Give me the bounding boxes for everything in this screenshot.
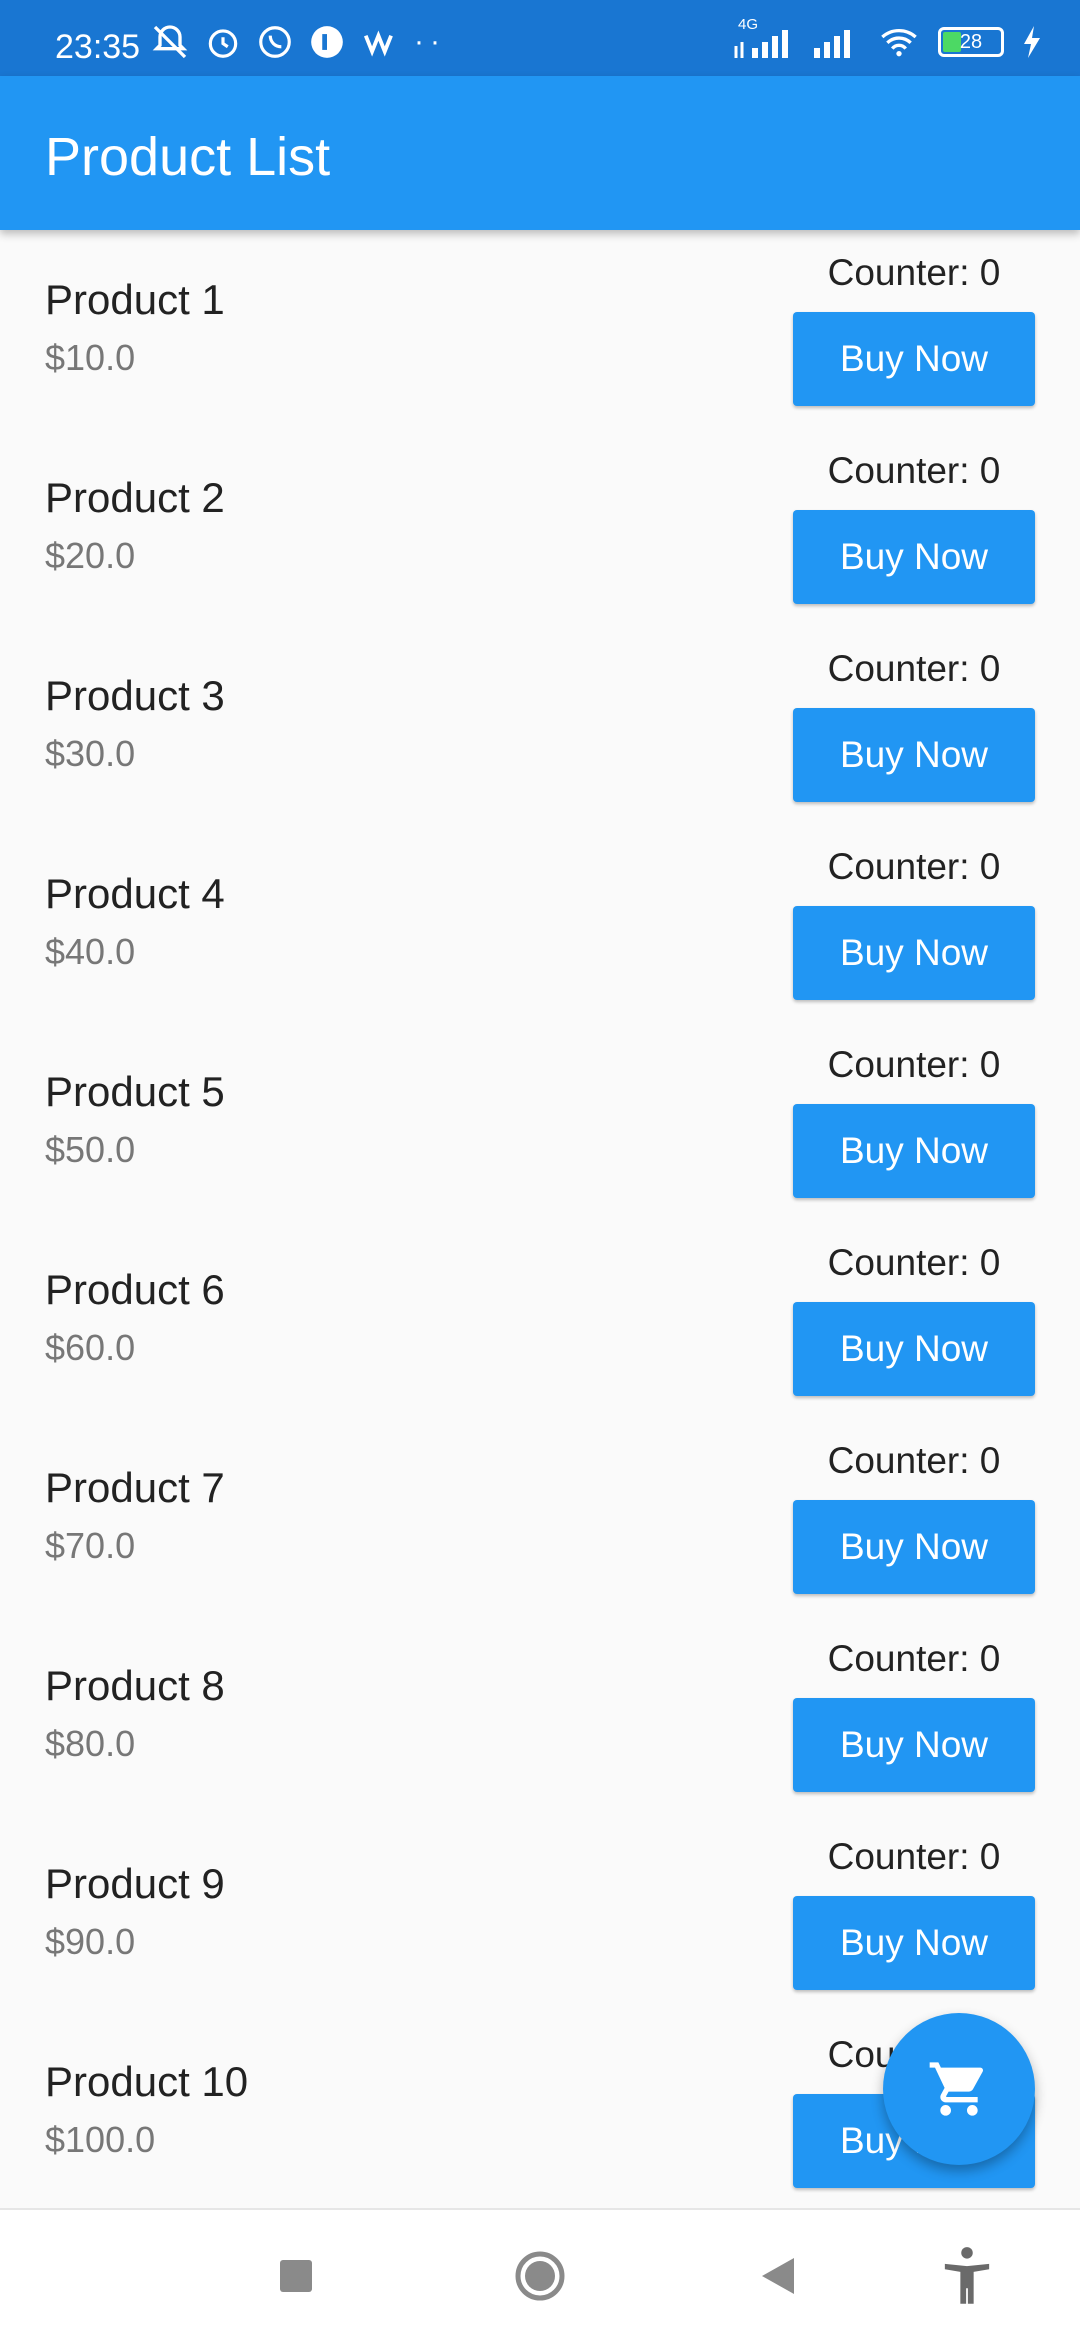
alarm-icon	[208, 29, 238, 58]
list-item: Product 4 $40.0 Counter: 0 Buy Now	[0, 824, 1080, 1022]
product-counter: Counter: 0	[827, 846, 1001, 887]
product-price: $100.0	[45, 2119, 156, 2160]
list-item: Product 1 $10.0 Counter: 0 Buy Now	[0, 230, 1080, 428]
product-name: Product 9	[45, 1860, 225, 1907]
cart-fab-button[interactable]	[883, 2013, 1035, 2165]
product-name: Product 4	[45, 870, 225, 917]
status-bar: 23:35 ·· 4G 28	[0, 0, 1080, 76]
list-item: Product 6 $60.0 Counter: 0 Buy Now	[0, 1220, 1080, 1418]
home-button[interactable]	[514, 2250, 566, 2307]
wave-icon	[363, 30, 393, 57]
buy-now-button[interactable]: Buy Now	[793, 708, 1035, 802]
shopping-cart-icon	[929, 2062, 984, 2116]
product-name: Product 6	[45, 1266, 225, 1313]
product-counter: Counter: 0	[827, 450, 1001, 491]
back-triangle-icon	[762, 2258, 794, 2294]
list-item: Product 7 $70.0 Counter: 0 Buy Now	[0, 1418, 1080, 1616]
product-price: $50.0	[45, 1129, 136, 1170]
product-price: $10.0	[45, 337, 136, 378]
buy-now-button[interactable]: Buy Now	[793, 1302, 1035, 1396]
page-title: Product List	[45, 127, 331, 187]
buy-now-button[interactable]: Buy Now	[793, 312, 1035, 406]
battery-icon: 28	[938, 27, 1004, 57]
product-price: $70.0	[45, 1525, 136, 1566]
muted-bell-icon	[152, 25, 188, 59]
status-time: 23:35	[55, 28, 141, 66]
wifi-icon	[881, 29, 917, 57]
accessibility-button[interactable]	[940, 2244, 994, 2311]
product-counter: Counter: 0	[827, 1440, 1001, 1481]
product-price: $30.0	[45, 733, 136, 774]
list-item: Product 5 $50.0 Counter: 0 Buy Now	[0, 1022, 1080, 1220]
buy-now-button[interactable]: Buy Now	[793, 1896, 1035, 1990]
cellular-4g-icon: 4G	[732, 16, 794, 62]
recents-button[interactable]	[278, 2258, 314, 2299]
product-counter: Counter: 0	[827, 1242, 1001, 1283]
list-item: Product 2 $20.0 Counter: 0 Buy Now	[0, 428, 1080, 626]
buy-now-button[interactable]: Buy Now	[793, 906, 1035, 1000]
product-counter: Counter: 0	[827, 648, 1001, 689]
product-price: $60.0	[45, 1327, 136, 1368]
product-name: Product 5	[45, 1068, 225, 1115]
status-right-icons: 4G 28	[732, 16, 1044, 62]
product-name: Product 8	[45, 1662, 225, 1709]
buy-now-button[interactable]: Buy Now	[793, 510, 1035, 604]
network-type: 4G	[738, 16, 759, 33]
status-left-icons: ··	[150, 22, 446, 62]
back-button[interactable]	[760, 2256, 796, 2301]
whatsapp-icon	[259, 26, 291, 58]
product-price: $40.0	[45, 931, 136, 972]
product-counter: Counter: 0	[827, 1044, 1001, 1085]
product-price: $80.0	[45, 1723, 136, 1764]
product-counter: Counter: 0	[827, 1638, 1001, 1679]
product-counter: Counter: 0	[827, 252, 1001, 293]
signal-icon	[814, 30, 850, 58]
buy-now-button[interactable]: Buy Now	[793, 1500, 1035, 1594]
accessibility-icon	[944, 2247, 990, 2304]
product-name: Product 7	[45, 1464, 225, 1511]
product-name: Product 10	[45, 2058, 249, 2105]
list-item: Product 3 $30.0 Counter: 0 Buy Now	[0, 626, 1080, 824]
buy-now-button[interactable]: Buy Now	[793, 1698, 1035, 1792]
buy-now-button[interactable]: Buy Now	[793, 1104, 1035, 1198]
app-bar: Product List	[0, 76, 1080, 230]
charging-icon	[1024, 26, 1040, 58]
battery-level: 28	[959, 31, 983, 53]
product-name: Product 3	[45, 672, 225, 719]
system-navigation-bar	[0, 2208, 1080, 2342]
list-item: Product 9 $90.0 Counter: 0 Buy Now	[0, 1814, 1080, 2012]
app-notification-icon	[311, 26, 343, 58]
home-circle-icon	[515, 2251, 565, 2301]
square-icon	[280, 2260, 312, 2292]
product-price: $20.0	[45, 535, 136, 576]
product-counter: Counter: 0	[827, 1836, 1001, 1877]
product-name: Product 2	[45, 474, 225, 521]
product-name: Product 1	[45, 276, 225, 323]
list-item: Product 8 $80.0 Counter: 0 Buy Now	[0, 1616, 1080, 1814]
more-notifications-icon: ··	[414, 25, 446, 58]
product-price: $90.0	[45, 1921, 136, 1962]
